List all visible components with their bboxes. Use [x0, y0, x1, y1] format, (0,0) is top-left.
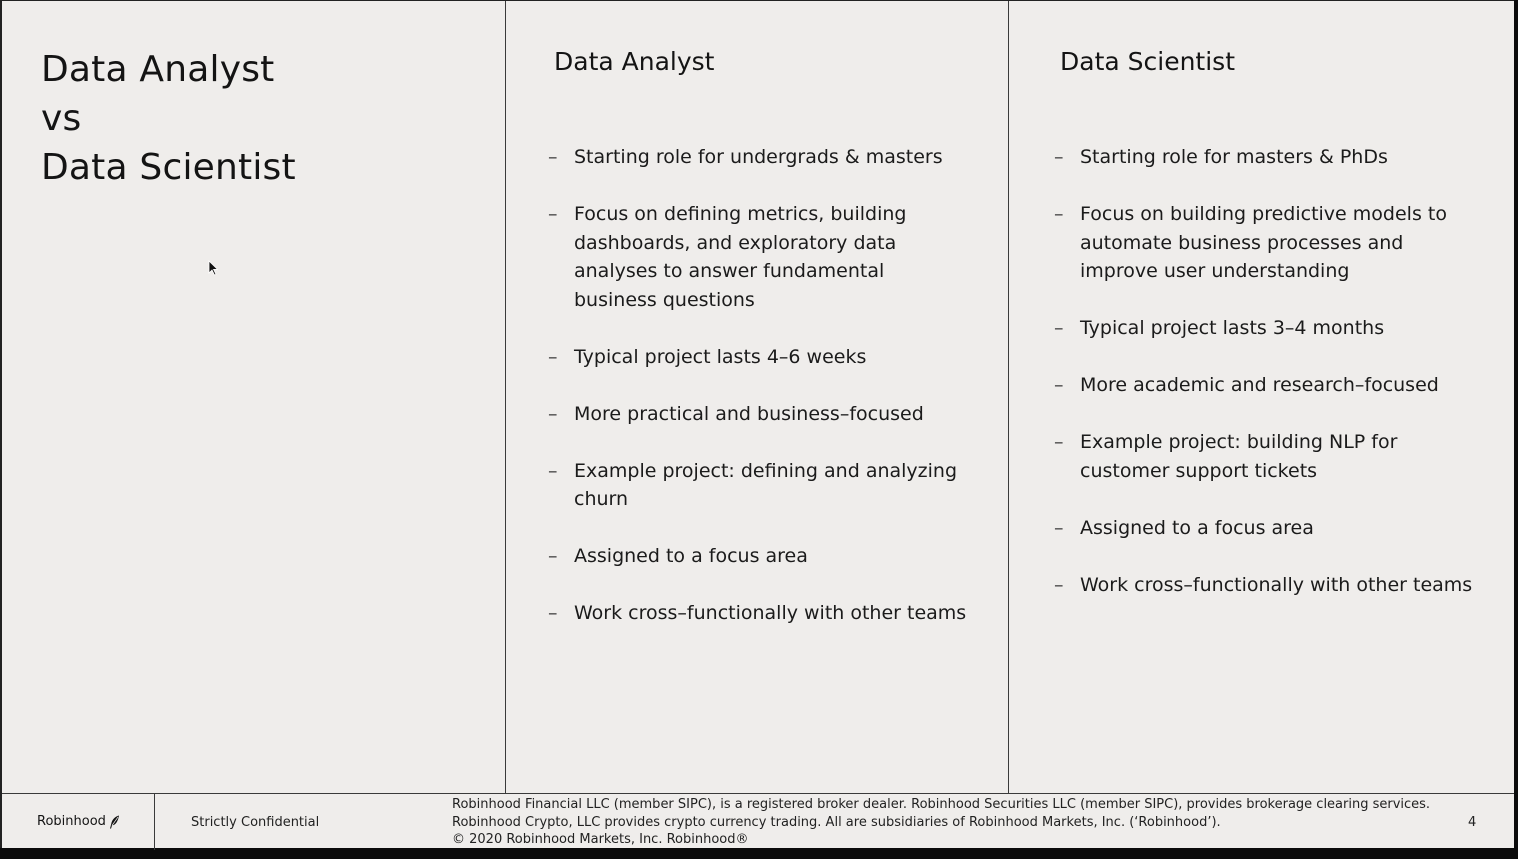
- dash-icon: –: [548, 203, 558, 225]
- dash-icon: –: [548, 402, 558, 425]
- list-item: – More academic and research–focused: [1054, 371, 1474, 400]
- column-divider-left: [505, 1, 506, 794]
- slide-title-line-1: Data Analyst: [41, 49, 275, 90]
- mouse-pointer-icon: [208, 260, 218, 276]
- dash-icon: –: [548, 345, 558, 368]
- dash-icon: –: [1054, 146, 1064, 168]
- analyst-bullet-text: Work cross–functionally with other teams: [574, 602, 967, 624]
- footer-divider: [154, 794, 155, 850]
- dash-icon: –: [1054, 374, 1064, 396]
- feather-icon: [109, 815, 119, 829]
- slide-title-line-3: Data Scientist: [41, 147, 296, 188]
- dash-icon: –: [1054, 431, 1064, 453]
- dash-icon: –: [548, 545, 558, 567]
- scientist-bullet-text: Typical project lasts 3–4 months: [1080, 317, 1385, 339]
- legal-disclaimer: Robinhood Financial LLC (member SIPC), i…: [452, 796, 1430, 849]
- scientist-bullet-text: Work cross–functionally with other teams: [1080, 573, 1473, 596]
- list-item: – Assigned to a focus area: [1054, 514, 1474, 543]
- slide-title-line-2: vs: [41, 98, 82, 139]
- list-item: – Typical project lasts 3–4 months: [1054, 314, 1474, 343]
- list-item: – Focus on building predictive models to …: [1054, 200, 1474, 286]
- dash-icon: –: [1054, 516, 1064, 539]
- list-item: – Starting role for undergrads & masters: [548, 143, 968, 172]
- list-item: – More practical and business–focused: [548, 400, 968, 429]
- scientist-bullet-text: Focus on building predictive models to a…: [1080, 203, 1447, 282]
- brand-name: Robinhood: [37, 814, 106, 829]
- page-number: 4: [1468, 815, 1477, 830]
- scientist-bullet-text: More academic and research–focused: [1080, 374, 1439, 396]
- scientist-bullet-text: Example project: building NLP for custom…: [1080, 431, 1398, 482]
- list-item: – Typical project lasts 4–6 weeks: [548, 343, 968, 372]
- dash-icon: –: [1054, 573, 1064, 596]
- dash-icon: –: [1054, 317, 1064, 339]
- legal-line-1: Robinhood Financial LLC (member SIPC), i…: [452, 797, 1431, 812]
- analyst-bullet-text: Assigned to a focus area: [574, 545, 808, 567]
- analyst-bullet-text: Typical project lasts 4–6 weeks: [574, 345, 867, 368]
- scientist-bullet-text: Starting role for masters & PhDs: [1080, 146, 1388, 168]
- dash-icon: –: [548, 459, 558, 482]
- legal-line-3: © 2020 Robinhood Markets, Inc. Robinhood…: [452, 832, 749, 847]
- dash-icon: –: [1054, 203, 1064, 225]
- list-item: – Work cross–functionally with other team…: [548, 599, 968, 628]
- confidentiality-label: Strictly Confidential: [191, 815, 320, 830]
- analyst-bullet-text: Example project: defining and analyzing …: [574, 459, 958, 511]
- list-item: – Example project: building NLP for custo…: [1054, 428, 1474, 485]
- column-divider-right: [1008, 1, 1009, 794]
- list-item: – Starting role for masters & PhDs: [1054, 143, 1474, 172]
- scientist-bullet-text: Assigned to a focus area: [1080, 516, 1314, 539]
- analyst-bullet-text: Starting role for undergrads & masters: [574, 146, 943, 168]
- brand-logo: Robinhood: [37, 814, 120, 829]
- analyst-bullet-text: Focus on defining metrics, building dash…: [574, 203, 907, 311]
- analyst-heading: Data Analyst: [554, 47, 715, 76]
- scientist-heading: Data Scientist: [1060, 47, 1235, 76]
- list-item: – Focus on defining metrics, building das…: [548, 200, 968, 314]
- slide-footer: Robinhood Strictly Confidential Robinhoo…: [2, 793, 1514, 850]
- dash-icon: –: [548, 146, 558, 168]
- list-item: – Assigned to a focus area: [548, 542, 968, 571]
- slide-title: Data Analyst vs Data Scientist: [41, 45, 296, 192]
- list-item: – Work cross–functionally with other team…: [1054, 571, 1474, 600]
- slide: Data Analyst vs Data Scientist Data Anal…: [0, 0, 1514, 850]
- dash-icon: –: [548, 602, 558, 624]
- analyst-bullet-list: – Starting role for undergrads & masters …: [548, 143, 968, 656]
- legal-line-2: Robinhood Crypto, LLC provides crypto cu…: [452, 814, 1221, 830]
- scientist-bullet-list: – Starting role for masters & PhDs – Focus…: [1054, 143, 1474, 628]
- list-item: – Example project: defining and analyzing…: [548, 457, 968, 514]
- analyst-bullet-text: More practical and business–focused: [574, 402, 924, 425]
